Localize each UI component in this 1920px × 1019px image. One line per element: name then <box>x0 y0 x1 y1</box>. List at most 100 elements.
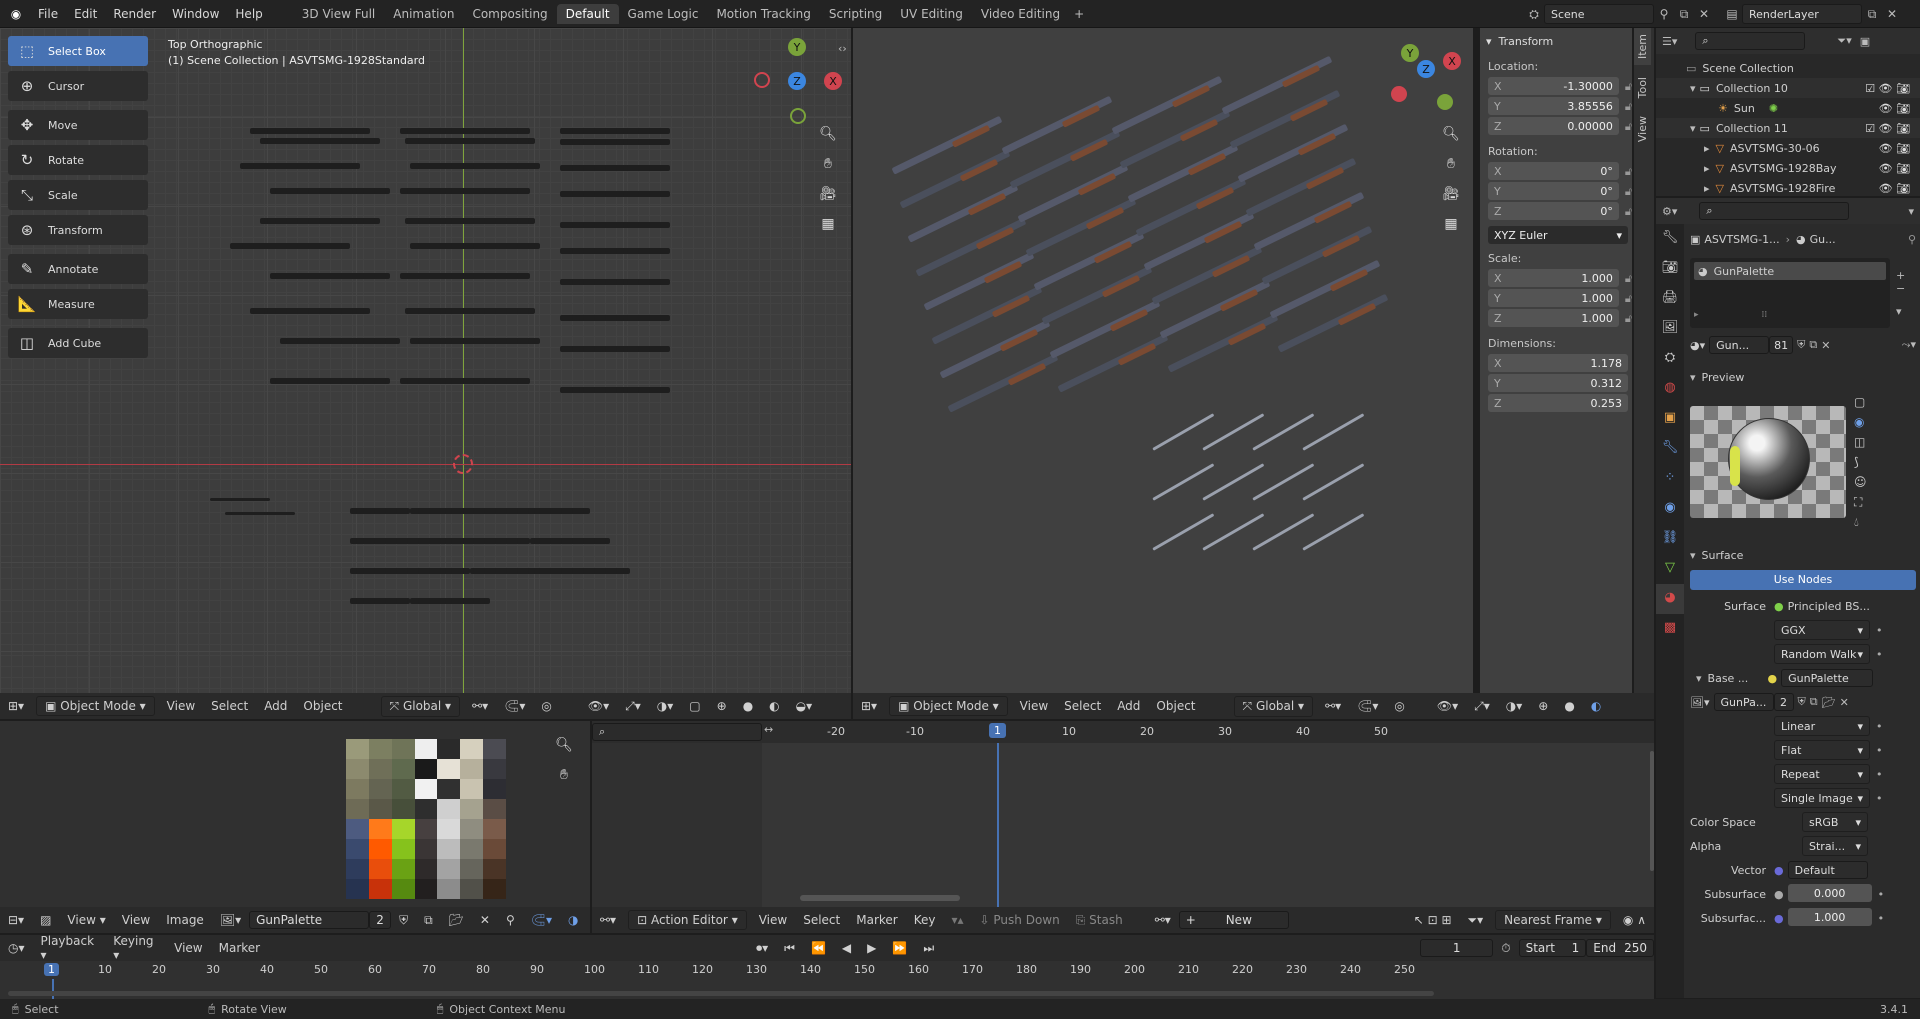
weapon-silhouette[interactable] <box>560 315 670 321</box>
add-slot-icon[interactable]: + <box>1896 269 1905 282</box>
shading-material-icon[interactable]: ◐ <box>761 699 787 713</box>
editor-type-icon[interactable]: ◷▾ <box>0 941 33 955</box>
xray-icon[interactable]: ▢ <box>681 699 708 713</box>
tool-rotate[interactable]: ↻ Rotate <box>8 145 148 175</box>
timeline-region[interactable]: 1 10 20 30 40 50 60 70 80 90 100 110 120 130 140 150 160… <box>0 961 1654 999</box>
slot-specials-icon[interactable]: ▾ <box>1896 305 1905 318</box>
preview-panel-header[interactable]: ▾ Preview <box>1690 366 1916 388</box>
menu-window[interactable]: Window <box>164 7 227 21</box>
shading-render-icon[interactable]: ◒▾ <box>788 699 821 713</box>
grid-toggle-icon[interactable]: ▦ <box>816 212 840 236</box>
menu-view-dropdown[interactable]: View ▾ <box>59 913 113 927</box>
weapon-silhouette[interactable] <box>260 138 380 144</box>
weapon-silhouette[interactable] <box>280 338 400 344</box>
open-image-icon[interactable]: 📂︎ <box>1822 696 1836 709</box>
snap-mode-dropdown[interactable]: Nearest Frame ▾ <box>1495 910 1611 930</box>
menu-marker[interactable]: Marker <box>848 913 905 927</box>
preview-fluid-icon[interactable]: 💧︎ <box>1854 512 1867 532</box>
lock-icon[interactable]: 🔓︎ <box>1625 272 1632 286</box>
bayonet-model[interactable] <box>1302 513 1365 551</box>
alpha-dropdown[interactable]: Strai... ▾ <box>1802 836 1868 856</box>
editor-type-icon[interactable]: ⚯▾ <box>592 913 624 927</box>
weapon-silhouette[interactable] <box>400 273 530 279</box>
overlay-toggle-icon[interactable]: ◑ <box>560 913 586 927</box>
outliner-item[interactable]: ▸ ▽ ASVTSMG-1928Fire 👁︎ 📷︎ <box>1656 178 1920 198</box>
outliner-item[interactable]: ▸ ▽ ASVTSMG-1928Bay 👁︎ 📷︎ <box>1656 158 1920 178</box>
weapon-silhouette[interactable] <box>400 188 530 194</box>
visibility-toggle-icon[interactable]: 👁︎ 📷︎ <box>1879 162 1910 175</box>
gizmo-neg-y-icon[interactable] <box>790 108 806 124</box>
preview-cube-icon[interactable]: ◫ <box>1854 432 1867 452</box>
weapon-silhouette[interactable] <box>230 243 350 249</box>
current-frame-marker[interactable]: 1 <box>989 723 1006 738</box>
delete-layer-icon[interactable]: ✕ <box>1882 4 1902 24</box>
dimensions-z-field[interactable]: Z 0.253 <box>1488 394 1628 412</box>
render-tab-icon[interactable]: 📷︎ <box>1656 254 1684 284</box>
visibility-icon[interactable]: 👁︎▾ <box>1429 699 1466 713</box>
tab-game-logic[interactable]: Game Logic <box>619 4 708 24</box>
proportional-edit-icon[interactable]: ◎ <box>533 699 559 713</box>
grid-toggle-icon[interactable]: ▦ <box>1439 212 1463 236</box>
visibility-checkbox-icon[interactable]: ☑ 👁︎ 📷︎ <box>1865 122 1910 135</box>
interpolation-dropdown[interactable]: Linear ▾ <box>1774 716 1870 736</box>
stash-button[interactable]: ⎘ Stash <box>1068 913 1131 928</box>
menu-select[interactable]: Select <box>1056 699 1109 713</box>
tool-tab-icon[interactable]: 🔧︎ <box>1656 224 1684 254</box>
weapon-part-silhouette[interactable] <box>530 508 590 514</box>
subsurface2-field[interactable]: 1.000 <box>1787 908 1872 926</box>
tab-animation[interactable]: Animation <box>384 4 463 24</box>
render-layer-icon[interactable]: ▤ <box>1722 4 1742 24</box>
pivot-icon[interactable]: ⚯▾ <box>464 699 496 713</box>
outliner-search-input[interactable]: ⌕ <box>1695 32 1806 50</box>
rotation-y-field[interactable]: Y 0° <box>1488 182 1619 200</box>
overlay-toggle-icon[interactable]: ◑▾ <box>649 699 682 713</box>
gizmo-x-icon[interactable]: X <box>1443 52 1461 70</box>
zoom-icon[interactable]: 🔍︎ <box>1439 122 1463 146</box>
surface-panel-header[interactable]: ▾ Surface <box>1690 544 1916 566</box>
material-users[interactable]: 81 <box>1769 336 1794 354</box>
clock-icon[interactable]: ⏱ <box>1493 941 1518 956</box>
output-tab-icon[interactable]: 🖨︎ <box>1656 284 1684 314</box>
editor-type-icon[interactable]: ⊞▾ <box>853 699 885 713</box>
outliner-item[interactable]: ▾ ▭ Collection 10 ☑ 👁︎ 📷︎ <box>1656 78 1920 98</box>
gizmo-y-icon[interactable]: Y <box>1401 44 1419 62</box>
weapon-part-silhouette[interactable] <box>350 508 410 514</box>
left-viewport[interactable]: Top Orthographic (1) Scene Collection | … <box>0 28 851 693</box>
tool-cursor[interactable]: ⊕ Cursor <box>8 71 148 101</box>
properties-search-input[interactable]: ⌕ <box>1699 202 1850 220</box>
unlink-icon[interactable]: ✕ <box>472 913 498 927</box>
shading-material-icon[interactable]: ◐ <box>1583 699 1609 713</box>
visibility-toggle-icon[interactable]: 👁︎ 📷︎ <box>1879 182 1910 195</box>
tab-compositing[interactable]: Compositing <box>463 4 556 24</box>
tool-scale[interactable]: ⤡ Scale <box>8 180 148 210</box>
location-x-field[interactable]: X -1.30000 <box>1488 77 1619 95</box>
tab-view[interactable]: View <box>1634 110 1651 148</box>
material-tab-icon[interactable]: ◕ <box>1656 584 1684 614</box>
image-editor[interactable]: 🔍︎ ✋︎ <box>0 721 590 921</box>
pan-hand-icon[interactable]: ✋︎ <box>816 152 840 176</box>
menu-image[interactable]: Image <box>158 913 212 927</box>
location-z-field[interactable]: Z 0.00000 <box>1488 117 1619 135</box>
fake-user-icon[interactable]: ⛨ <box>1797 338 1805 352</box>
outliner-item[interactable]: ▸ ▽ ASVTSMG-30-06 👁︎ 📷︎ <box>1656 138 1920 158</box>
tab-motion-tracking[interactable]: Motion Tracking <box>707 4 819 24</box>
menu-help[interactable]: Help <box>227 7 270 21</box>
weapon-silhouette[interactable] <box>405 138 535 144</box>
weapon-silhouette[interactable] <box>560 387 670 393</box>
duplicate-icon[interactable]: ⧉ <box>1810 695 1818 709</box>
duplicate-icon[interactable]: ⧉ <box>416 913 441 928</box>
particles-tab-icon[interactable]: ⁘ <box>1656 464 1684 494</box>
location-y-field[interactable]: Y 3.85556 <box>1488 97 1619 115</box>
bayonet-model[interactable] <box>1302 463 1365 501</box>
lock-icon[interactable]: 🔓︎ <box>1625 120 1632 134</box>
bayonet-silhouette[interactable] <box>210 498 270 501</box>
lock-icon[interactable]: 🔓︎ <box>1625 80 1632 94</box>
filter-icon[interactable]: ⏷▾ <box>1460 913 1492 928</box>
pin-icon[interactable]: ⚲ <box>1654 4 1674 24</box>
bayonet-model[interactable] <box>1302 413 1365 451</box>
weapon-silhouette[interactable] <box>560 139 670 145</box>
weapon-silhouette[interactable] <box>260 218 380 224</box>
weapon-silhouette[interactable] <box>560 165 670 171</box>
modifier-tab-icon[interactable]: 🔧︎ <box>1656 434 1684 464</box>
new-action-button[interactable]: + New <box>1178 911 1289 929</box>
